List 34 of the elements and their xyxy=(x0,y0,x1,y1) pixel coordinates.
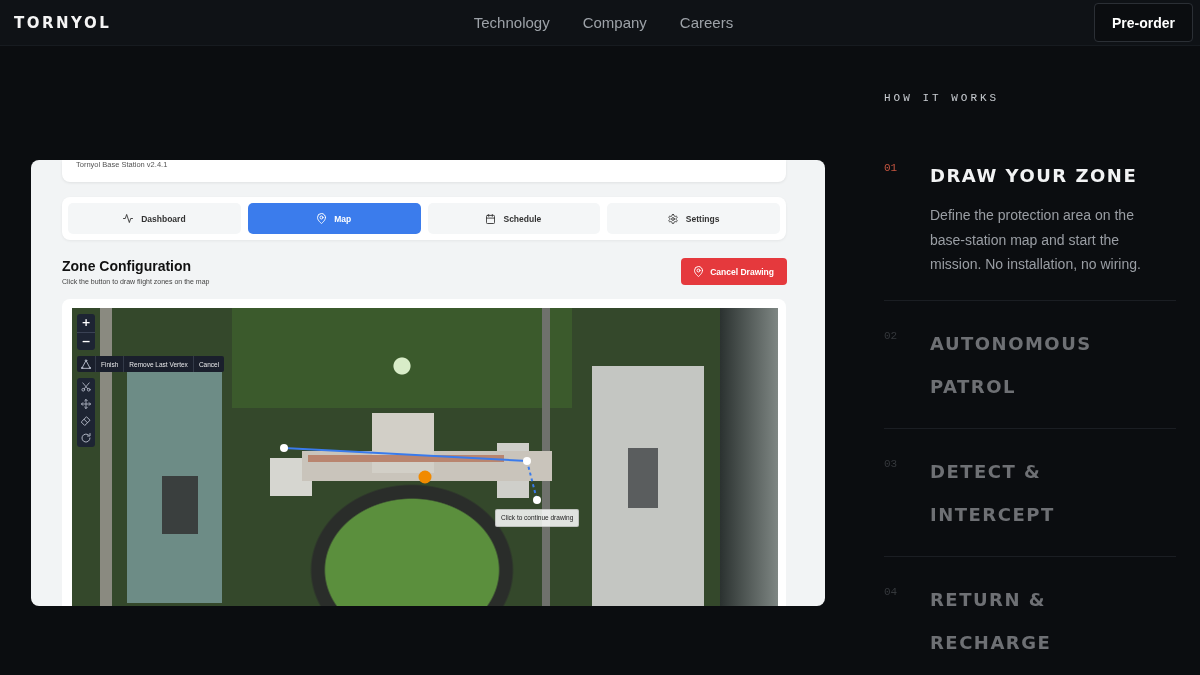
zoom-in-button[interactable]: + xyxy=(77,314,95,332)
settings-icon xyxy=(667,213,678,224)
section-title: Zone Configuration xyxy=(62,258,193,274)
tab[interactable]: Map xyxy=(247,203,421,234)
section-label: HOW IT WORKS xyxy=(884,91,1001,105)
nav-link[interactable]: Technology xyxy=(473,14,550,31)
pin-icon xyxy=(317,213,327,224)
pin-icon xyxy=(694,266,704,277)
step-title[interactable]: RETURN & RECHARGE xyxy=(930,577,1155,664)
marker-dot-icon xyxy=(418,470,432,484)
vertex-handle-icon[interactable] xyxy=(523,457,531,465)
scissors-icon[interactable] xyxy=(81,381,91,392)
polygon-icon[interactable] xyxy=(81,359,91,369)
step-description: Define the protection area on the base-station map and start the mission. No installation, no wiring. xyxy=(930,206,1142,274)
tab[interactable]: Dashboard xyxy=(68,203,241,234)
rotate-icon[interactable] xyxy=(81,433,91,444)
step-title[interactable]: AUTONOMOUS PATROL xyxy=(930,321,1155,408)
vertex-handle-icon[interactable] xyxy=(280,444,288,452)
cancel-drawing-button[interactable]: Cancel Drawing xyxy=(681,258,787,285)
brand-logo[interactable]: TORNYOL xyxy=(14,13,112,32)
eraser-icon[interactable] xyxy=(81,416,91,427)
step-number: 01 xyxy=(884,161,899,176)
preorder-button[interactable]: Pre-order xyxy=(1093,3,1193,42)
vertex-handle-icon[interactable] xyxy=(533,496,541,504)
zoom-out-button[interactable]: − xyxy=(77,332,95,350)
nav-link[interactable]: Careers xyxy=(679,14,734,31)
calendar-icon xyxy=(486,213,496,224)
nav-link[interactable]: Company xyxy=(582,14,647,31)
activity-icon xyxy=(123,214,134,223)
tab[interactable]: Settings xyxy=(607,203,780,234)
step-title[interactable]: DETECT & INTERCEPT xyxy=(930,449,1155,536)
move-arrows-icon[interactable] xyxy=(81,398,91,409)
tab[interactable]: Schedule xyxy=(427,203,601,234)
step-title[interactable]: DRAW YOUR ZONE xyxy=(930,154,1155,197)
